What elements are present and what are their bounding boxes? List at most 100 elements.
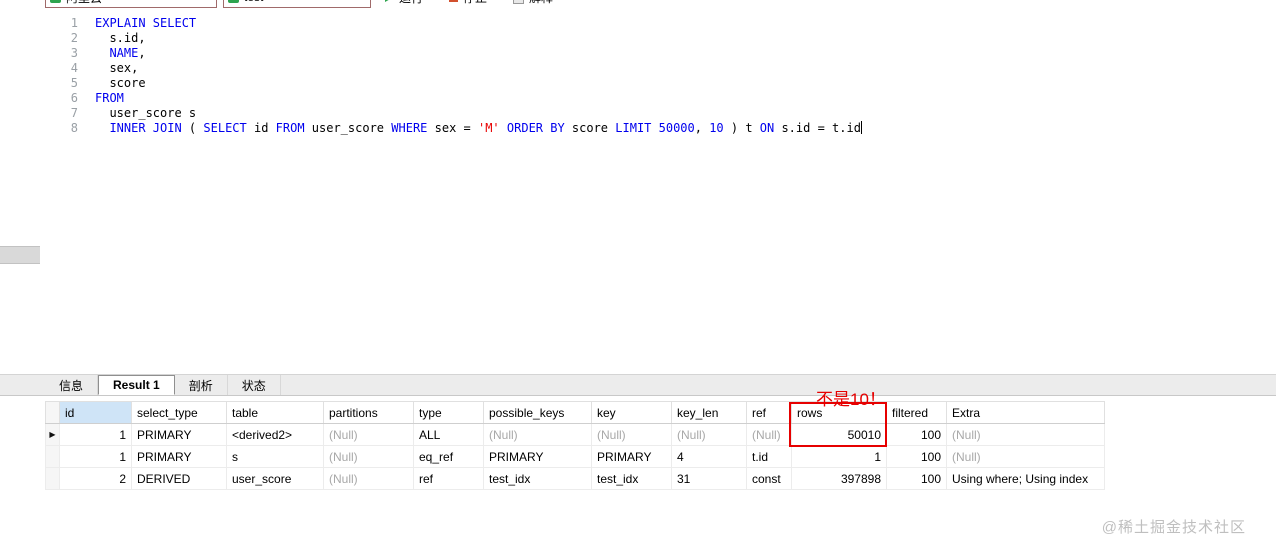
code-line: 7 user_score s: [0, 106, 1276, 121]
col-header-table[interactable]: table: [226, 401, 324, 424]
cell-filtered[interactable]: 100: [886, 445, 947, 468]
current-row-marker: ▶: [45, 423, 60, 446]
cell-key_len[interactable]: (Null): [671, 423, 747, 446]
cell-rows[interactable]: 397898: [791, 467, 887, 490]
line-number: 7: [70, 106, 78, 120]
col-header-key_len[interactable]: key_len: [671, 401, 747, 424]
code-line: 3 NAME,: [0, 46, 1276, 61]
explain-button[interactable]: 解释: [513, 0, 553, 6]
stop-button[interactable]: 停止: [449, 0, 487, 6]
connection-select[interactable]: 阿里云 ▾: [45, 0, 217, 8]
sql-editor[interactable]: 1 EXPLAIN SELECT 2 s.id, 3 NAME, 4 sex, 5 sco…: [0, 10, 1276, 380]
database-label: test: [244, 0, 356, 4]
cell-ref[interactable]: t.id: [746, 445, 792, 468]
tab-信息[interactable]: 信息: [45, 375, 99, 395]
row-gutter: [45, 445, 60, 468]
cell-ref[interactable]: (Null): [746, 423, 792, 446]
document-icon: [513, 0, 525, 4]
cell-table[interactable]: <derived2>: [226, 423, 324, 446]
cell-type[interactable]: ALL: [413, 423, 484, 446]
cell-extra[interactable]: Using where; Using index: [946, 467, 1105, 490]
code-line: 2 s.id,: [0, 31, 1276, 46]
cell-key_len[interactable]: 4: [671, 445, 747, 468]
code-text: sex,: [95, 61, 139, 75]
stop-label: 停止: [463, 0, 487, 6]
line-number: 2: [70, 31, 78, 45]
cell-possible_keys[interactable]: (Null): [483, 423, 592, 446]
cell-filtered[interactable]: 100: [886, 467, 947, 490]
col-header-select_type[interactable]: select_type: [131, 401, 227, 424]
cell-key_len[interactable]: 31: [671, 467, 747, 490]
code-line: 8 INNER JOIN ( SELECT id FROM user_score…: [0, 121, 1276, 136]
cell-id[interactable]: 1: [59, 445, 132, 468]
cell-filtered[interactable]: 100: [886, 423, 947, 446]
cell-key[interactable]: test_idx: [591, 467, 672, 490]
col-header-key[interactable]: key: [591, 401, 672, 424]
code-text: INNER JOIN ( SELECT id FROM user_score W…: [109, 121, 862, 135]
tab-状态[interactable]: 状态: [228, 375, 281, 395]
run-button[interactable]: 运行: [385, 0, 423, 6]
cell-table[interactable]: user_score: [226, 467, 324, 490]
result-tabbar: 信息 Result 1 剖析 状态: [0, 374, 1276, 396]
line-number: 3: [70, 46, 78, 60]
tab-result-1[interactable]: Result 1: [98, 375, 175, 395]
cell-id[interactable]: 2: [59, 467, 132, 490]
code-line: 6 FROM: [0, 91, 1276, 106]
cell-type[interactable]: ref: [413, 467, 484, 490]
cell-possible_keys[interactable]: PRIMARY: [483, 445, 592, 468]
cell-type[interactable]: eq_ref: [413, 445, 484, 468]
stop-icon: [449, 0, 459, 2]
cell-select_type[interactable]: DERIVED: [131, 467, 227, 490]
database-select[interactable]: test ▾: [223, 0, 371, 8]
cell-select_type[interactable]: PRIMARY: [131, 445, 227, 468]
line-number: 5: [70, 76, 78, 90]
cell-table[interactable]: s: [226, 445, 324, 468]
table-row[interactable]: 1 PRIMARY s (Null) eq_ref PRIMARY PRIMARY 4 t.id…: [45, 445, 1105, 468]
code-text: NAME,: [95, 46, 146, 60]
cell-rows[interactable]: 50010: [791, 423, 887, 446]
code-text: score: [95, 76, 146, 90]
cell-extra[interactable]: (Null): [946, 423, 1105, 446]
line-number: 1: [70, 16, 78, 30]
col-header-id[interactable]: id: [59, 401, 132, 424]
cell-rows[interactable]: 1: [791, 445, 887, 468]
result-tabs: 信息 Result 1 剖析 状态: [0, 375, 1276, 395]
row-gutter-header: [45, 401, 60, 424]
code-text: s.id,: [95, 31, 146, 45]
col-header-ref[interactable]: ref: [746, 401, 792, 424]
cell-ref[interactable]: const: [746, 467, 792, 490]
tab-剖析[interactable]: 剖析: [175, 375, 228, 395]
cell-possible_keys[interactable]: test_idx: [483, 467, 592, 490]
code-line: 1 EXPLAIN SELECT: [0, 16, 1276, 31]
col-header-partitions[interactable]: partitions: [323, 401, 414, 424]
watermark: @稀土掘金技术社区: [1101, 519, 1246, 536]
cell-extra[interactable]: (Null): [946, 445, 1105, 468]
col-header-type[interactable]: type: [413, 401, 484, 424]
col-header-filtered[interactable]: filtered: [886, 401, 947, 424]
cell-id[interactable]: 1: [59, 423, 132, 446]
cell-partitions[interactable]: (Null): [323, 423, 414, 446]
col-header-extra[interactable]: Extra: [946, 401, 1105, 424]
table-header-row: id select_type table partitions type possible…: [45, 401, 1105, 424]
play-icon: [385, 0, 394, 2]
cell-select_type[interactable]: PRIMARY: [131, 423, 227, 446]
cell-key[interactable]: (Null): [591, 423, 672, 446]
result-table: id select_type table partitions type possible…: [45, 401, 1105, 490]
query-window: 阿里云 ▾ test ▾ 运行 停止 解释 1 EXPLAIN SELECT: [0, 0, 1276, 555]
table-row[interactable]: 2 DERIVED user_score (Null) ref test_idx test_…: [45, 467, 1105, 490]
code-line: 4 sex,: [0, 61, 1276, 76]
col-header-possible_keys[interactable]: possible_keys: [483, 401, 592, 424]
text-cursor: [860, 121, 862, 134]
code-text: user_score s: [95, 106, 197, 120]
table-row[interactable]: ▶ 1 PRIMARY <derived2> (Null) ALL (Null) (Null)…: [45, 423, 1105, 446]
code-text: FROM: [95, 91, 124, 105]
cell-key[interactable]: PRIMARY: [591, 445, 672, 468]
toolbar-row: 阿里云 ▾ test ▾ 运行 停止 解释: [0, 0, 1276, 10]
cell-partitions[interactable]: (Null): [323, 445, 414, 468]
connection-icon: [50, 0, 61, 3]
line-number: 4: [70, 61, 78, 75]
result-grid: id select_type table partitions type possible…: [45, 401, 1105, 490]
toolbar: 阿里云 ▾ test ▾ 运行 停止 解释: [0, 0, 1276, 10]
cell-partitions[interactable]: (Null): [323, 467, 414, 490]
left-splitter-handle[interactable]: [0, 246, 40, 264]
